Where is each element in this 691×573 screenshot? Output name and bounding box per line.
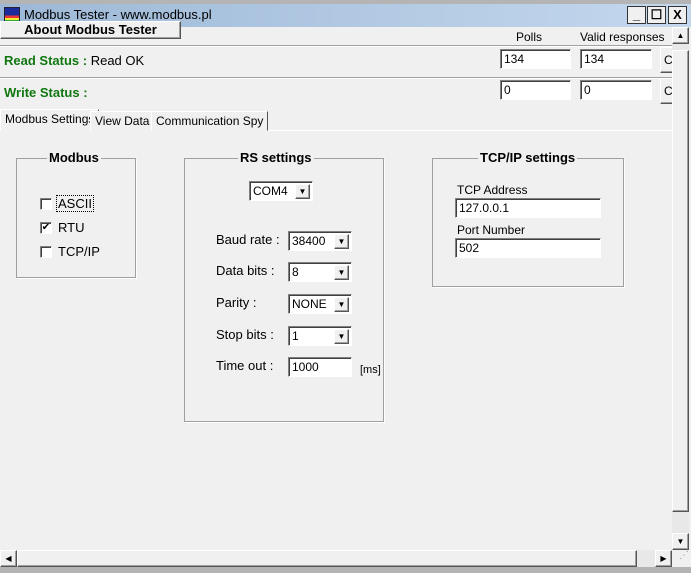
checkbox-box[interactable] xyxy=(40,246,52,258)
tcp-address-label: TCP Address xyxy=(457,183,528,197)
stop-bits-select[interactable]: 1 ▼ xyxy=(288,326,352,346)
data-bits-value: 8 xyxy=(292,265,299,279)
read-valid-field[interactable]: 134 xyxy=(580,49,652,69)
vertical-scroll-thumb[interactable] xyxy=(672,50,689,512)
write-valid-field[interactable]: 0 xyxy=(580,80,652,100)
divider xyxy=(0,77,672,79)
baud-rate-select[interactable]: 38400 ▼ xyxy=(288,231,352,251)
tab-communication-spy[interactable]: Communication Spy xyxy=(151,111,269,131)
check-icon[interactable]: ✔ xyxy=(40,222,52,234)
checkbox-box[interactable] xyxy=(40,198,52,210)
timeout-label: Time out : xyxy=(216,358,274,373)
chevron-down-icon[interactable]: ▼ xyxy=(334,265,349,280)
minimize-button[interactable]: _ xyxy=(627,6,646,24)
client-area: About Modbus Tester Polls Valid response… xyxy=(0,21,691,567)
timeout-field[interactable]: 1000 xyxy=(288,357,352,377)
tab-view-data[interactable]: View Data xyxy=(90,111,155,131)
close-button[interactable]: X xyxy=(668,6,687,24)
about-button[interactable]: About Modbus Tester xyxy=(0,21,181,39)
port-select[interactable]: COM4 ▼ xyxy=(249,181,313,201)
checkbox-label: TCP/IP xyxy=(58,244,100,259)
rs-group-title: RS settings xyxy=(238,150,314,165)
stop-bits-label: Stop bits : xyxy=(216,327,274,342)
port-number-label: Port Number xyxy=(457,223,526,237)
port-number-field[interactable]: 502 xyxy=(455,238,601,258)
scroll-right-icon[interactable]: ▶ xyxy=(655,550,672,567)
tcp-group-title: TCP/IP settings xyxy=(478,150,578,165)
tab-modbus-settings[interactable]: Modbus Settings xyxy=(0,109,100,131)
parity-label: Parity : xyxy=(216,295,257,310)
stop-bits-value: 1 xyxy=(292,329,299,343)
polls-label: Polls xyxy=(516,30,543,44)
checkbox-label: RTU xyxy=(58,220,85,235)
read-status-label: Read Status : xyxy=(4,53,88,68)
read-polls-field[interactable]: 134 xyxy=(500,49,571,69)
resize-grip-icon[interactable]: ⋰ xyxy=(672,550,689,567)
chevron-down-icon[interactable]: ▼ xyxy=(334,234,349,249)
chevron-down-icon[interactable]: ▼ xyxy=(334,297,349,312)
read-status: Read Status : Read OK xyxy=(4,53,144,68)
parity-select[interactable]: NONE ▼ xyxy=(288,294,352,314)
chevron-down-icon[interactable]: ▼ xyxy=(334,329,349,344)
horizontal-scrollbar[interactable]: ◀ ▶ xyxy=(0,550,672,567)
horizontal-scroll-thumb[interactable] xyxy=(17,550,637,567)
read-status-value: Read OK xyxy=(90,53,145,68)
write-polls-field[interactable]: 0 xyxy=(500,80,571,100)
port-value: COM4 xyxy=(253,184,288,198)
maximize-button[interactable]: ☐ xyxy=(647,6,666,24)
rs-settings-group: RS settings COM4 ▼ Baud rate : 38400 ▼ Dat… xyxy=(184,150,384,422)
tcpip-settings-group: TCP/IP settings TCP Address 127.0.0.1 Po… xyxy=(432,150,624,287)
scroll-left-icon[interactable]: ◀ xyxy=(0,550,17,567)
valid-responses-label: Valid responses xyxy=(580,30,665,44)
checkbox-label: ASCII xyxy=(56,195,94,212)
baud-rate-label: Baud rate : xyxy=(216,232,280,247)
vertical-scrollbar[interactable]: ▲ ▼ xyxy=(672,27,689,550)
divider xyxy=(0,45,672,47)
parity-value: NONE xyxy=(292,297,327,311)
data-bits-select[interactable]: 8 ▼ xyxy=(288,262,352,282)
modbus-group-title: Modbus xyxy=(47,150,101,165)
chevron-down-icon[interactable]: ▼ xyxy=(295,184,310,199)
write-status-label: Write Status : xyxy=(4,85,88,100)
scroll-down-icon[interactable]: ▼ xyxy=(672,533,689,550)
timeout-unit: [ms] xyxy=(360,364,381,376)
write-status: Write Status : xyxy=(4,85,88,100)
data-bits-label: Data bits : xyxy=(216,263,275,278)
scroll-up-icon[interactable]: ▲ xyxy=(672,27,689,44)
baud-value: 38400 xyxy=(292,234,326,248)
window-title: Modbus Tester - www.modbus.pl xyxy=(24,7,212,22)
tcp-address-field[interactable]: 127.0.0.1 xyxy=(455,198,601,218)
modbus-group: Modbus ASCII ✔ RTU TCP/IP xyxy=(16,150,136,278)
